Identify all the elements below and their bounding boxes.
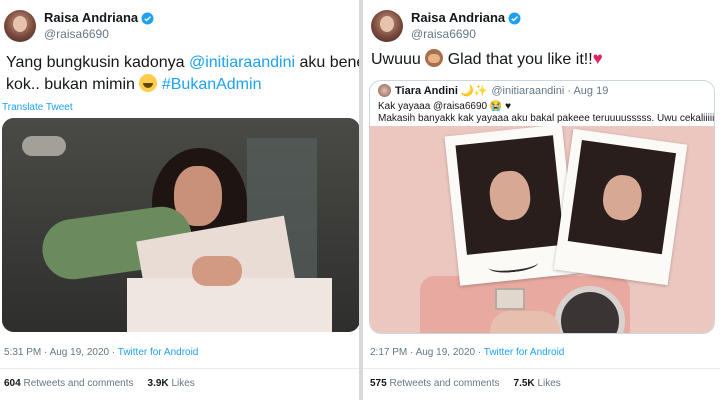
tweet-text-part: kok.. bukan mimin [6, 76, 140, 93]
polaroid-face [599, 172, 644, 223]
likes-stat[interactable]: 7.5K Likes [514, 378, 561, 389]
divider-line [363, 368, 720, 369]
retweets-label: Retweets and comments [23, 378, 134, 389]
quoted-photo[interactable] [370, 126, 714, 333]
tweet-source-link[interactable]: Twitter for Android [118, 347, 199, 358]
video-gift-box [127, 278, 332, 332]
polaroid-face [487, 168, 533, 223]
display-name-text[interactable]: Raisa Andriana [44, 10, 138, 26]
video-hand [192, 256, 242, 286]
avatar[interactable] [371, 10, 403, 42]
photo-camera-flash [495, 288, 525, 310]
tweet-timestamp: 5:31 PM · Aug 19, 2020 · Twitter for And… [4, 347, 198, 358]
avatar[interactable] [4, 10, 36, 42]
user-names: Raisa Andriana @raisa6690 [44, 10, 154, 42]
likes-count: 3.9K [147, 378, 169, 389]
tweet-header: Raisa Andriana @raisa6690 [4, 8, 154, 44]
display-name[interactable]: Raisa Andriana [411, 10, 521, 26]
retweets-count: 575 [370, 378, 387, 389]
quoted-handle-date: @initiaraandini · Aug 19 [491, 84, 609, 97]
likes-count: 7.5K [513, 378, 535, 389]
likes-label: Likes [171, 378, 195, 389]
user-names: Raisa Andriana @raisa6690 [411, 10, 521, 42]
translate-tweet-link[interactable]: Translate Tweet [2, 102, 73, 113]
polaroid-image [455, 135, 565, 255]
polaroid-image [567, 139, 677, 255]
tweet-text: Uwuuu Glad that you like it!!♥ [371, 48, 720, 71]
display-name-text[interactable]: Raisa Andriana [411, 10, 505, 26]
tweet-text: Yang bungkusin kadonya @initiaraandini a… [6, 52, 359, 96]
user-handle[interactable]: @raisa6690 [44, 26, 154, 42]
verified-badge-icon [508, 12, 521, 24]
tweet-header: Raisa Andriana @raisa6690 [371, 8, 521, 44]
quoted-text-line2: Makasih banyakk kak yayaaa aku bakal pak… [378, 113, 715, 124]
left-tweet: Raisa Andriana @raisa6690 Yang bungkusin… [0, 0, 359, 400]
quoted-tweet-header: Tiara Andini 🌙✨ @initiaraandini · Aug 19 [378, 84, 608, 97]
tweet-text-part: Yang bungkusin kadonya [6, 54, 189, 71]
red-heart-icon: ♥ [592, 49, 603, 68]
right-tweet: Raisa Andriana @raisa6690 Uwuuu Glad tha… [363, 0, 720, 400]
retweets-label: Retweets and comments [389, 378, 500, 389]
tweet-timestamp: 2:17 PM · Aug 19, 2020 · Twitter for And… [370, 347, 564, 358]
mention-link[interactable]: @initiaraandini [189, 54, 295, 71]
tweet-text-part: Glad that you like it!! [443, 51, 593, 68]
autograph-signature [487, 255, 539, 275]
laughing-emoji-icon [139, 74, 158, 92]
quoted-tweet[interactable]: Tiara Andini 🌙✨ @initiaraandini · Aug 19… [369, 80, 715, 334]
quoted-display-name: Tiara Andini [395, 84, 458, 97]
quoted-avatar [378, 84, 391, 97]
retweets-stat[interactable]: 604 Retweets and comments [4, 378, 134, 389]
likes-stat[interactable]: 3.9K Likes [148, 378, 195, 389]
likes-label: Likes [537, 378, 561, 389]
tweet-video[interactable] [2, 118, 359, 332]
polaroid-photo-2 [553, 128, 688, 286]
quoted-text-line1: Kak yayaaa @raisa6690 😭 ♥ [378, 101, 512, 112]
tweet-text-part: aku bener [299, 54, 359, 71]
tweet-stats: 604 Retweets and comments 3.9K Likes [4, 378, 195, 389]
retweets-stat[interactable]: 575 Retweets and comments [370, 378, 500, 389]
user-handle[interactable]: @raisa6690 [411, 26, 521, 42]
tweet-time[interactable]: 2:17 PM · Aug 19, 2020 · [370, 347, 484, 358]
video-lamp [22, 136, 66, 156]
photo-camera-lens [555, 286, 625, 333]
tweet-source-link[interactable]: Twitter for Android [484, 347, 565, 358]
display-name[interactable]: Raisa Andriana [44, 10, 154, 26]
verified-badge-icon [141, 12, 154, 24]
photo-hand [490, 311, 560, 333]
tweet-text-part: Uwuuu [371, 51, 426, 68]
tweet-stats: 575 Retweets and comments 7.5K Likes [370, 378, 561, 389]
retweets-count: 604 [4, 378, 21, 389]
tweet-time[interactable]: 5:31 PM · Aug 19, 2020 · [4, 347, 118, 358]
quoted-name-emoji: 🌙✨ [459, 85, 488, 97]
hashtag-link[interactable]: #BukanAdmin [162, 76, 262, 93]
divider-line [0, 368, 359, 369]
see-no-evil-monkey-emoji-icon [425, 49, 444, 67]
